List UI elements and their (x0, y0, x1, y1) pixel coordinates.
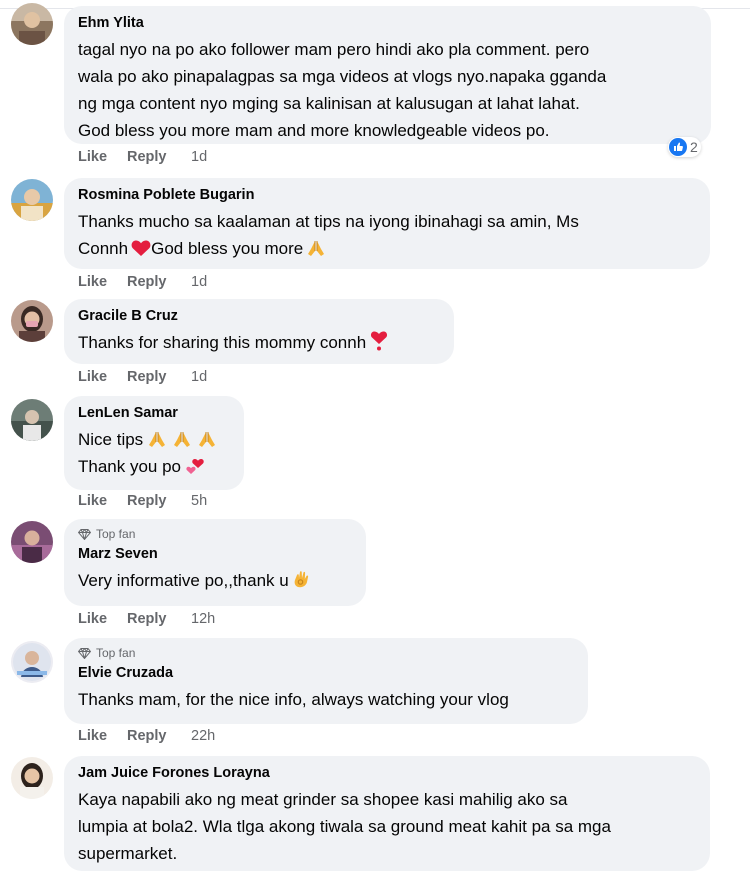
reply-button[interactable]: Reply (127, 149, 191, 165)
comment-actions: Like Reply 1d (78, 149, 207, 165)
comment-actions: Like Reply 12h (78, 611, 215, 627)
two-hearts-icon (186, 458, 204, 474)
comment-timestamp[interactable]: 12h (191, 611, 215, 627)
reaction-count[interactable]: 2 (668, 137, 701, 157)
comment-timestamp[interactable]: 1d (191, 274, 207, 290)
reply-button[interactable]: Reply (127, 369, 191, 385)
comment-author[interactable]: Elvie Cruzada (78, 664, 574, 682)
avatar[interactable] (11, 300, 53, 342)
ok-hand-icon (294, 571, 308, 588)
comment-bubble: Top fan Elvie Cruzada Thanks mam, for th… (64, 638, 588, 724)
comment-actions: Like Reply 5h (78, 493, 207, 509)
comment-actions: Like Reply 1d (78, 369, 207, 385)
comment-author[interactable]: Ehm Ylita (78, 14, 697, 32)
reply-button[interactable]: Reply (127, 611, 191, 627)
praying-hands-icon (149, 432, 166, 447)
comment-bubble: LenLen Samar Nice tips Thank you po (64, 396, 244, 490)
comment-text: Very informative po,,thank u (78, 567, 352, 594)
avatar[interactable] (11, 521, 53, 563)
comment-text: tagal nyo na po ako follower mam pero hi… (78, 40, 607, 140)
reply-button[interactable]: Reply (127, 728, 191, 744)
comment-timestamp[interactable]: 1d (191, 369, 207, 385)
comment-author[interactable]: Gracile B Cruz (78, 307, 440, 325)
top-fan-label: Top fan (96, 527, 136, 541)
comment-text: Thanks mucho sa kaalaman at tips na iyon… (78, 212, 579, 258)
comment-text: Thanks for sharing this mommy connh (78, 329, 440, 356)
top-fan-label: Top fan (96, 646, 136, 660)
comment-author[interactable]: LenLen Samar (78, 404, 230, 422)
avatar[interactable] (11, 641, 53, 683)
comment-bubble: Top fan Marz Seven Very informative po,,… (64, 519, 366, 606)
like-button[interactable]: Like (78, 274, 127, 290)
comment-text: Kaya napabili ako ng meat grinder sa sho… (78, 790, 611, 863)
comment-bubble: Ehm Ylita tagal nyo na po ako follower m… (64, 6, 711, 144)
avatar[interactable] (11, 399, 53, 441)
reply-button[interactable]: Reply (127, 493, 191, 509)
praying-hands-icon (308, 241, 325, 256)
heart-icon (131, 240, 151, 256)
comment-actions: Like Reply 22h (78, 728, 215, 744)
comment-timestamp[interactable]: 22h (191, 728, 215, 744)
like-button[interactable]: Like (78, 149, 127, 165)
comment-author[interactable]: Marz Seven (78, 545, 352, 563)
top-fan-badge[interactable]: Top fan (78, 646, 574, 660)
comment-bubble: Jam Juice Forones Lorayna Kaya napabili … (64, 756, 710, 871)
comment-actions: Like Reply 1d (78, 274, 207, 290)
like-button[interactable]: Like (78, 369, 127, 385)
like-button[interactable]: Like (78, 611, 127, 627)
comment-bubble: Rosmina Poblete Bugarin Thanks mucho sa … (64, 178, 710, 269)
diamond-icon (78, 528, 91, 540)
heart-exclamation-icon (371, 331, 388, 351)
comment-author[interactable]: Jam Juice Forones Lorayna (78, 764, 696, 782)
like-reaction-icon (669, 138, 687, 156)
like-button[interactable]: Like (78, 493, 127, 509)
avatar[interactable] (11, 3, 53, 45)
comment-author[interactable]: Rosmina Poblete Bugarin (78, 186, 696, 204)
reply-button[interactable]: Reply (127, 274, 191, 290)
like-button[interactable]: Like (78, 728, 127, 744)
comment-timestamp[interactable]: 5h (191, 493, 207, 509)
praying-hands-icon (199, 432, 216, 447)
comment-text: Nice tips Thank you po (78, 426, 230, 480)
comment-timestamp[interactable]: 1d (191, 149, 207, 165)
avatar[interactable] (11, 179, 53, 221)
comment-text: Thanks mam, for the nice info, always wa… (78, 690, 509, 709)
diamond-icon (78, 647, 91, 659)
reaction-count-number: 2 (690, 139, 698, 155)
comment-bubble: Gracile B Cruz Thanks for sharing this m… (64, 299, 454, 364)
praying-hands-icon (174, 432, 191, 447)
top-fan-badge[interactable]: Top fan (78, 527, 352, 541)
avatar[interactable] (11, 757, 53, 799)
